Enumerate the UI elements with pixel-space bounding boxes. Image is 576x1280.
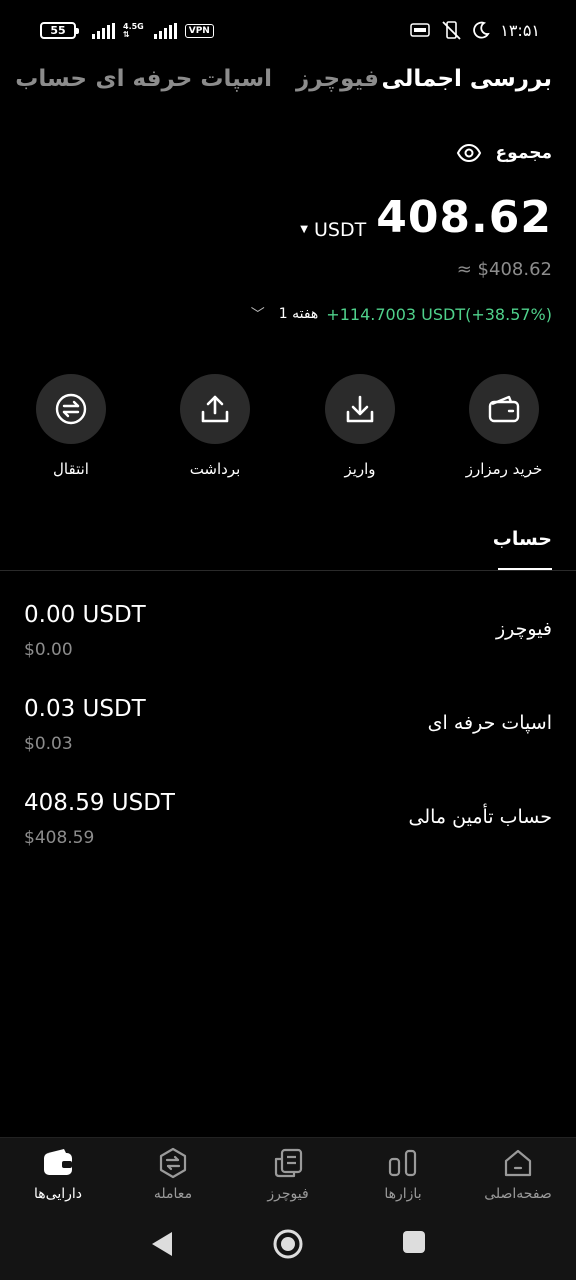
account-row-margin-spot[interactable]: 0.03 USDT $0.03 اسپات حرفه ای — [0, 696, 576, 776]
account-amount: 0.00 USDT — [24, 602, 146, 628]
top-tabs: بررسی اجمالی فیوچرز اسپات حرفه ای حساب — [0, 66, 576, 106]
total-label: مجموع — [495, 143, 552, 163]
balance-row: ▼ USDT 408.62 — [300, 192, 552, 243]
currency-label: USDT — [313, 218, 367, 241]
tab-margin-spot[interactable]: اسپات حرفه ای — [95, 66, 272, 92]
transfer-button[interactable]: انتقال — [16, 374, 126, 478]
deposit-icon — [346, 395, 374, 423]
account-row-funding[interactable]: 408.59 USDT $408.59 حساب تأمین مالی — [0, 790, 576, 870]
account-amount: 408.59 USDT — [24, 790, 175, 816]
nav-home-label: صفحه‌اصلی — [484, 1186, 552, 1202]
tab-futures[interactable]: فیوچرز — [296, 66, 379, 92]
nav-futures-label: فیوچرز — [267, 1186, 309, 1202]
nav-markets-label: بازارها — [384, 1186, 422, 1202]
buy-crypto-label: خرید رمزارز — [465, 460, 543, 478]
system-nav-bar — [0, 1212, 576, 1280]
account-name: اسپات حرفه ای — [427, 712, 552, 734]
deposit-button[interactable]: واریز — [305, 374, 415, 478]
section-tab-account[interactable]: حساب — [493, 528, 552, 550]
clock: ۱۳:۵۱ — [500, 20, 540, 40]
transfer-label: انتقال — [53, 460, 89, 478]
account-amount: 0.03 USDT — [24, 696, 146, 722]
pnl-row: ﹀ 1 هفته +114.7003 USDT(+38.57%) — [251, 304, 552, 324]
trade-icon — [159, 1147, 187, 1179]
transfer-icon — [55, 393, 87, 425]
wallet-icon — [488, 395, 520, 423]
status-bar: 55 4.5G ⇅ VPN ۱۳:۵۱ — [0, 0, 576, 62]
nav-futures[interactable]: فیوچرز — [233, 1146, 343, 1202]
bottom-nav: صفحه‌اصلی بازارها فیوچرز معامله دارایی‌ه… — [0, 1137, 576, 1212]
pnl-period[interactable]: 1 هفته — [279, 306, 319, 322]
markets-icon — [388, 1149, 417, 1177]
withdraw-button[interactable]: برداشت — [160, 374, 270, 478]
assets-icon — [44, 1149, 72, 1175]
account-name: فیوچرز — [495, 618, 552, 640]
home-circle-icon[interactable] — [272, 1228, 304, 1260]
back-icon[interactable] — [150, 1230, 174, 1258]
vpn-badge: VPN — [184, 23, 214, 38]
status-right: ۱۳:۵۱ — [410, 20, 540, 40]
nfc-icon — [410, 23, 430, 37]
moon-icon — [473, 21, 490, 39]
currency-selector[interactable]: ▼ USDT — [300, 219, 366, 241]
deposit-label: واریز — [344, 460, 376, 478]
account-usd: $0.03 — [24, 734, 73, 754]
nav-trade[interactable]: معامله — [118, 1146, 228, 1202]
tab-account[interactable]: حساب — [15, 66, 87, 92]
total-balance: 408.62 — [376, 192, 552, 243]
buy-crypto-button[interactable]: خرید رمزارز — [449, 374, 559, 478]
signal-icon — [92, 22, 115, 39]
account-usd: $0.00 — [24, 640, 73, 660]
eye-icon[interactable] — [456, 140, 482, 166]
signal-icon-2 — [153, 22, 177, 39]
withdraw-label: برداشت — [189, 460, 241, 478]
nav-home[interactable]: صفحه‌اصلی — [463, 1146, 573, 1202]
nav-assets[interactable]: دارایی‌ها — [3, 1146, 113, 1202]
home-icon — [504, 1149, 532, 1177]
pnl-value: +114.7003 USDT(+38.57%) — [326, 304, 552, 324]
quick-actions: خرید رمزارز واریز برداشت انتقال — [0, 374, 576, 494]
withdraw-icon — [201, 395, 229, 423]
caret-down-icon: ▼ — [300, 224, 308, 235]
nav-assets-label: دارایی‌ها — [34, 1186, 82, 1202]
divider — [0, 570, 576, 571]
total-header: مجموع — [456, 140, 552, 166]
vibrate-off-icon — [442, 21, 461, 40]
tab-overview[interactable]: بررسی اجمالی — [381, 66, 552, 92]
status-left: 55 4.5G ⇅ VPN — [40, 22, 214, 39]
account-usd: $408.59 — [24, 828, 95, 848]
account-name: حساب تأمین مالی — [408, 806, 553, 828]
recents-icon[interactable] — [402, 1230, 426, 1254]
network-type: 4.5G ⇅ — [123, 21, 144, 39]
account-row-futures[interactable]: 0.00 USDT $0.00 فیوچرز — [0, 602, 576, 682]
futures-icon — [274, 1148, 303, 1178]
battery-level: 55 — [50, 24, 66, 37]
nav-trade-label: معامله — [153, 1186, 193, 1202]
approx-usd: ≈ $408.62 — [456, 259, 552, 280]
nav-markets[interactable]: بازارها — [348, 1146, 458, 1202]
chevron-down-icon[interactable]: ﹀ — [251, 304, 265, 324]
battery-icon: 55 — [40, 22, 79, 39]
